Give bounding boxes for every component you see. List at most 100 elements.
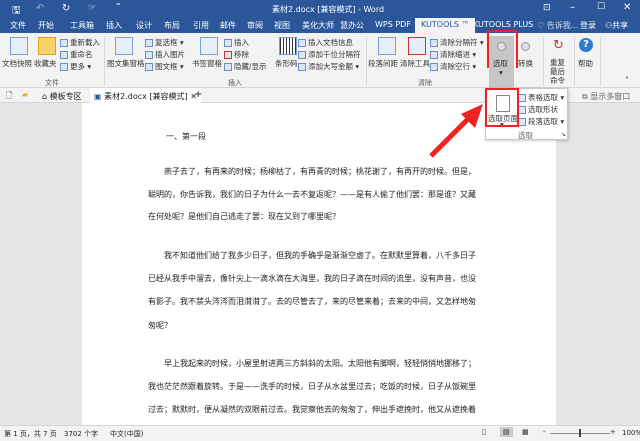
tab-insert[interactable]: 插入 xyxy=(106,20,122,31)
template-tab[interactable]: ⌂ 模板专区 xyxy=(42,91,82,102)
repeat-last-button[interactable]: 重复最后命令 xyxy=(550,58,570,85)
hide-show-icon xyxy=(224,63,232,71)
login-link[interactable]: 登录 xyxy=(580,20,596,31)
hide-show-button[interactable]: 隐藏/显示 xyxy=(224,61,267,72)
separator xyxy=(543,36,544,86)
bookmark-insert-button[interactable]: 插入 xyxy=(224,37,249,48)
tab-file[interactable]: 文件 xyxy=(10,20,26,31)
insert-docinfo-button[interactable]: 插入文档信息 xyxy=(298,37,353,48)
insert-picture-button[interactable]: 插入图片 xyxy=(145,49,185,60)
language[interactable]: 中文(中国) xyxy=(110,429,143,439)
document-tab[interactable]: ▣ 素材2.docx [兼容模式] ✕ xyxy=(90,88,201,103)
vertical-scrollbar[interactable] xyxy=(628,103,640,425)
bookmark-remove-button[interactable]: 移除 xyxy=(224,49,249,60)
share-button[interactable]: ⚇共享 xyxy=(605,20,628,31)
undo-icon[interactable]: ↶ xyxy=(36,3,44,14)
paragraph-line: 匆呢？ xyxy=(148,321,172,330)
ribbon-display-icon[interactable]: ⊡ xyxy=(543,3,551,13)
picture-icon xyxy=(145,51,153,59)
tab-toolbox[interactable]: 工具箱 xyxy=(70,20,94,31)
more-button[interactable]: 更多 ▾ xyxy=(60,61,91,72)
para-spacing-button[interactable]: 段落间距 xyxy=(368,58,398,69)
paragraph-line: 过去；默默时，便从凝然的双眼前过去。我觉察他去的匆匆了，伸出手遮挽时，他又从遮挽… xyxy=(148,405,476,414)
rename-label: 重命名 xyxy=(70,50,93,59)
maximize-button[interactable]: ☐ xyxy=(597,2,605,12)
select-shapes-label: 选取形状 xyxy=(528,105,558,114)
zoom-level[interactable]: 100% xyxy=(622,429,640,437)
checkbox-button[interactable]: 复选框 ▾ xyxy=(145,37,184,48)
clear-separators-button[interactable]: 清除分隔符 ▾ xyxy=(430,37,484,48)
minimize-button[interactable]: – xyxy=(570,2,575,13)
tab-huibangong[interactable]: 慧办公 xyxy=(340,20,364,31)
ribbon: 文档快照 收藏夹 重新载入 重命名 更多 ▾ 文件 图文集窗格 复选框 ▾ 插入… xyxy=(0,33,640,88)
clear-indent-icon xyxy=(430,51,438,59)
zoom-out-button[interactable]: - xyxy=(543,428,546,436)
doc-snapshot-button[interactable]: 文档快照 xyxy=(2,58,32,69)
read-mode-icon[interactable]: ▯ xyxy=(482,428,486,436)
zoom-in-button[interactable]: + xyxy=(610,428,616,436)
select-shapes-button[interactable]: 选取形状 xyxy=(518,104,558,115)
help-button[interactable]: 帮助 xyxy=(578,58,593,69)
page-count[interactable]: 第 1 页，共 7 页 xyxy=(4,429,57,439)
print-layout-icon[interactable]: ▤ xyxy=(500,427,513,437)
clear-indent-button[interactable]: 清除缩进 ▾ xyxy=(430,49,476,60)
convert-button[interactable]: 转换 xyxy=(518,58,533,69)
separator xyxy=(600,36,601,86)
insert-picture-label: 插入图片 xyxy=(155,50,185,59)
redo-icon[interactable]: ↻ xyxy=(62,3,70,14)
window-title: 素材2.docx [兼容模式] - Word xyxy=(272,5,385,14)
thousand-sep-label: 添加千位分隔符 xyxy=(308,50,361,59)
dialog-launcher-icon[interactable]: ↘ xyxy=(561,131,566,138)
rename-button[interactable]: 重命名 xyxy=(60,49,93,60)
word-count[interactable]: 3702 个字 xyxy=(64,429,98,439)
table-select-button[interactable]: 表格选取 ▾ xyxy=(518,92,564,103)
multi-window-button[interactable]: ⧉ 显示多窗口 xyxy=(582,91,630,102)
bookmark-pane-button[interactable]: 书签窗格 xyxy=(192,58,222,69)
word-icon: ▣ xyxy=(94,92,105,101)
barcode-button[interactable]: 条形码 xyxy=(275,58,298,69)
more-icon xyxy=(60,63,68,71)
tab-home[interactable]: 开始 xyxy=(38,20,54,31)
tell-me-input[interactable]: ♡ 告诉我... xyxy=(537,20,578,31)
para-select-button[interactable]: 段落选取 ▾ xyxy=(518,116,564,127)
tab-references[interactable]: 引用 xyxy=(193,20,209,31)
tab-review[interactable]: 审阅 xyxy=(247,20,263,31)
tab-view[interactable]: 视图 xyxy=(274,20,290,31)
new-doc-icon[interactable]: 🗋 xyxy=(6,90,12,104)
favorites-button[interactable]: 收藏夹 xyxy=(34,58,57,69)
close-button[interactable]: ✕ xyxy=(623,2,631,13)
frame-button[interactable]: 图文框 ▾ xyxy=(145,61,184,72)
tab-beautify[interactable]: 美化大师 xyxy=(302,20,334,31)
tab-layout[interactable]: 布局 xyxy=(164,20,180,31)
rename-icon xyxy=(60,51,68,59)
convert-icon xyxy=(521,42,530,51)
web-layout-icon[interactable]: ▦ xyxy=(522,428,529,436)
tab-design[interactable]: 设计 xyxy=(136,20,152,31)
zoom-slider-thumb[interactable] xyxy=(579,429,581,437)
clear-tools-button[interactable]: 清除工具 xyxy=(400,58,430,69)
touch-mode-icon[interactable]: ☞ xyxy=(88,3,96,13)
image-pane-button[interactable]: 图文集窗格 xyxy=(107,58,145,69)
tab-kutools-plus[interactable]: KUTOOLS PLUS xyxy=(473,20,533,29)
group-clear-label: 清除 xyxy=(418,79,432,87)
thousand-sep-button[interactable]: 添加千位分隔符 xyxy=(298,49,361,60)
collapse-ribbon-icon[interactable]: ˄ xyxy=(625,76,629,85)
new-tab-button[interactable]: + xyxy=(194,89,202,100)
help-icon: ? xyxy=(579,38,593,52)
flag-icon xyxy=(224,39,232,47)
para-spacing-icon xyxy=(378,37,396,55)
group-insert-label: 插入 xyxy=(228,79,242,87)
repeat-icon: ↻ xyxy=(553,38,564,53)
lightbulb-icon: ♡ xyxy=(537,21,547,30)
tab-kutools[interactable]: KUTOOLS ™ xyxy=(415,18,476,33)
capital-amount-button[interactable]: 添加大写金额 ▾ xyxy=(298,61,359,72)
paragraph-line: 我也茫茫然跟着旋转。于是——洗手的时候，日子从水盆里过去；吃饭的时候，日子从饭碗… xyxy=(148,382,476,391)
tab-wps-pdf[interactable]: WPS PDF xyxy=(375,20,411,29)
customize-icon[interactable]: ⁼ xyxy=(116,2,121,12)
insert-label: 插入 xyxy=(234,38,249,47)
folder-icon[interactable]: ▰ xyxy=(22,90,28,99)
clear-blank-lines-button[interactable]: 清除空行 ▾ xyxy=(430,61,476,72)
tab-mailings[interactable]: 邮件 xyxy=(220,20,236,31)
separator xyxy=(574,36,575,86)
reload-button[interactable]: 重新载入 xyxy=(60,37,100,48)
